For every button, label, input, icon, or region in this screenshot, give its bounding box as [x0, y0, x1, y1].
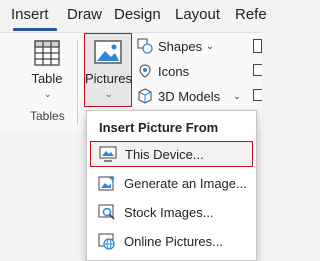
tab-insert[interactable]: Insert — [11, 6, 49, 24]
pictures-button[interactable]: Pictures ⌄ — [84, 33, 132, 107]
chevron-down-icon: ⌄ — [105, 89, 113, 99]
menu-item-generate-image[interactable]: Generate an Image... — [90, 170, 253, 196]
icons-icon — [137, 63, 153, 79]
group-divider — [77, 40, 78, 125]
tab-layout[interactable]: Layout — [175, 6, 220, 24]
chevron-down-icon: ⌄ — [44, 89, 52, 99]
table-button[interactable]: Table ⌄ — [22, 36, 72, 108]
tables-group-label: Tables — [30, 109, 65, 123]
tab-design[interactable]: Design — [114, 6, 161, 24]
chevron-down-icon: ⌄ — [206, 40, 214, 51]
icons-button[interactable]: Icons — [137, 60, 189, 82]
menu-item-label: Online Pictures... — [124, 233, 223, 249]
chevron-down-icon: ⌄ — [233, 90, 241, 101]
tab-references[interactable]: Refe — [235, 6, 267, 24]
insert-picture-menu: Insert Picture From This Device... Gener… — [86, 110, 257, 261]
screenshot-icon[interactable] — [253, 39, 262, 53]
online-pictures-icon — [98, 232, 116, 250]
table-label: Table — [31, 71, 63, 86]
picture-icon — [94, 40, 122, 64]
ribbon-tab-bar: Insert Draw Design Layout Refe — [0, 0, 267, 32]
smartart-icon[interactable] — [253, 64, 262, 76]
camera-icon[interactable] — [253, 89, 262, 101]
active-tab-indicator — [13, 28, 57, 31]
pictures-label: Pictures — [85, 71, 132, 86]
menu-header: Insert Picture From — [99, 120, 219, 135]
menu-item-this-device[interactable]: This Device... — [90, 141, 253, 167]
shapes-label: Shapes — [158, 38, 203, 54]
menu-item-label: Generate an Image... — [124, 175, 247, 191]
icons-label: Icons — [158, 63, 190, 79]
table-icon — [34, 40, 60, 66]
tab-draw[interactable]: Draw — [67, 6, 102, 24]
menu-item-label: Stock Images... — [124, 204, 214, 220]
menu-item-online-pictures[interactable]: Online Pictures... — [90, 228, 253, 254]
3d-models-label: 3D Models — [158, 88, 221, 104]
generate-image-icon — [98, 174, 116, 192]
3d-models-button[interactable]: 3D Models ⌄ — [137, 85, 241, 107]
device-icon — [99, 145, 117, 163]
stock-images-icon — [98, 203, 116, 221]
shapes-button[interactable]: Shapes ⌄ — [137, 35, 214, 57]
3d-cube-icon — [137, 88, 153, 104]
menu-item-label: This Device... — [125, 146, 204, 162]
shapes-icon — [137, 38, 153, 54]
menu-item-stock-images[interactable]: Stock Images... — [90, 199, 253, 225]
